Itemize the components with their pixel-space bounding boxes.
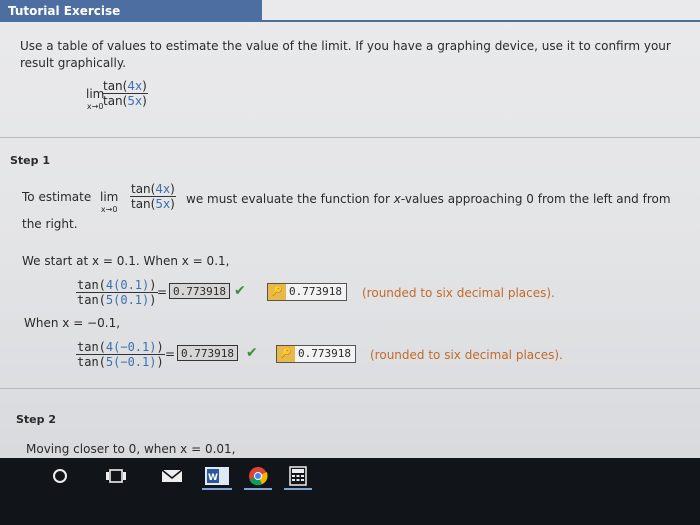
row2-fraction: tan(4(−0.1)) tan(5(−0.1)) — [76, 340, 165, 369]
when-line: When x = −0.1, — [24, 316, 121, 330]
step1-label: Step 1 — [10, 154, 50, 167]
fraction-numerator: tan(4x) — [102, 79, 148, 94]
chrome-icon[interactable] — [246, 466, 270, 486]
taskbar: W — [0, 458, 700, 525]
row2-answer-input[interactable]: 0.773918 — [177, 345, 238, 361]
word-icon[interactable]: W — [204, 466, 230, 486]
calculator-active-indicator — [284, 488, 312, 490]
tutorial-page: Tutorial Exercise Use a table of values … — [0, 0, 700, 458]
key-icon: 🔑 — [268, 284, 286, 300]
row1-answer-input[interactable]: 0.773918 — [169, 283, 230, 299]
problem-text-line2: result graphically. — [20, 56, 127, 70]
word-label: W — [208, 473, 218, 483]
equals-sign: = — [157, 285, 168, 299]
lim-subscript: x→0 — [100, 205, 118, 214]
title-rule — [262, 20, 700, 22]
problem-fraction: tan(4x) tan(5x) — [102, 79, 148, 108]
cortana-icon[interactable] — [50, 466, 70, 486]
word-active-indicator — [202, 488, 232, 490]
step1-limit: lim x→0 — [100, 190, 118, 214]
fraction-numerator: tan(4(−0.1)) — [76, 340, 165, 355]
task-view-icon[interactable] — [104, 466, 128, 486]
row1-key-button[interactable]: 🔑 0.773918 — [267, 283, 347, 301]
calculator-icon[interactable] — [286, 466, 310, 486]
step2-label: Step 2 — [16, 413, 56, 426]
problem-text-line1: Use a table of values to estimate the va… — [20, 39, 671, 53]
step1-intro-d: the right. — [22, 217, 78, 231]
fraction-numerator: tan(4(0.1)) — [76, 278, 158, 293]
row2-note: (rounded to six decimal places). — [370, 348, 563, 362]
chrome-active-indicator — [244, 488, 272, 490]
start-line: We start at x = 0.1. When x = 0.1, — [22, 254, 230, 268]
exercise-title: Tutorial Exercise — [0, 0, 262, 22]
row2-key-button[interactable]: 🔑 0.773918 — [276, 345, 356, 363]
step1-fraction: tan(4x) tan(5x) — [130, 182, 176, 211]
row1-note: (rounded to six decimal places). — [362, 286, 555, 300]
fraction-numerator: tan(4x) — [130, 182, 176, 197]
fraction-denominator: tan(5(−0.1)) — [77, 355, 164, 369]
step1-intro-a: To estimate — [22, 190, 92, 204]
fraction-denominator: tan(5x) — [131, 197, 175, 211]
mail-icon[interactable] — [160, 466, 184, 486]
step1-intro-b: we must evaluate the function for x-valu… — [186, 192, 671, 206]
key-icon: 🔑 — [277, 346, 295, 362]
divider — [0, 137, 700, 138]
fraction-denominator: tan(5(0.1)) — [77, 293, 157, 307]
lim-subscript: x→0 — [86, 102, 104, 111]
row2-check-icon: ✔ — [246, 345, 258, 361]
lim-word: lim — [100, 190, 119, 204]
step2-line: Moving closer to 0, when x = 0.01, — [26, 442, 236, 456]
row1-fraction: tan(4(0.1)) tan(5(0.1)) — [76, 278, 158, 307]
equals-sign: = — [165, 347, 176, 361]
row1-check-icon: ✔ — [234, 283, 246, 299]
key-value: 0.773918 — [298, 347, 351, 360]
fraction-denominator: tan(5x) — [103, 94, 147, 108]
divider — [0, 388, 700, 389]
key-value: 0.773918 — [289, 285, 342, 298]
